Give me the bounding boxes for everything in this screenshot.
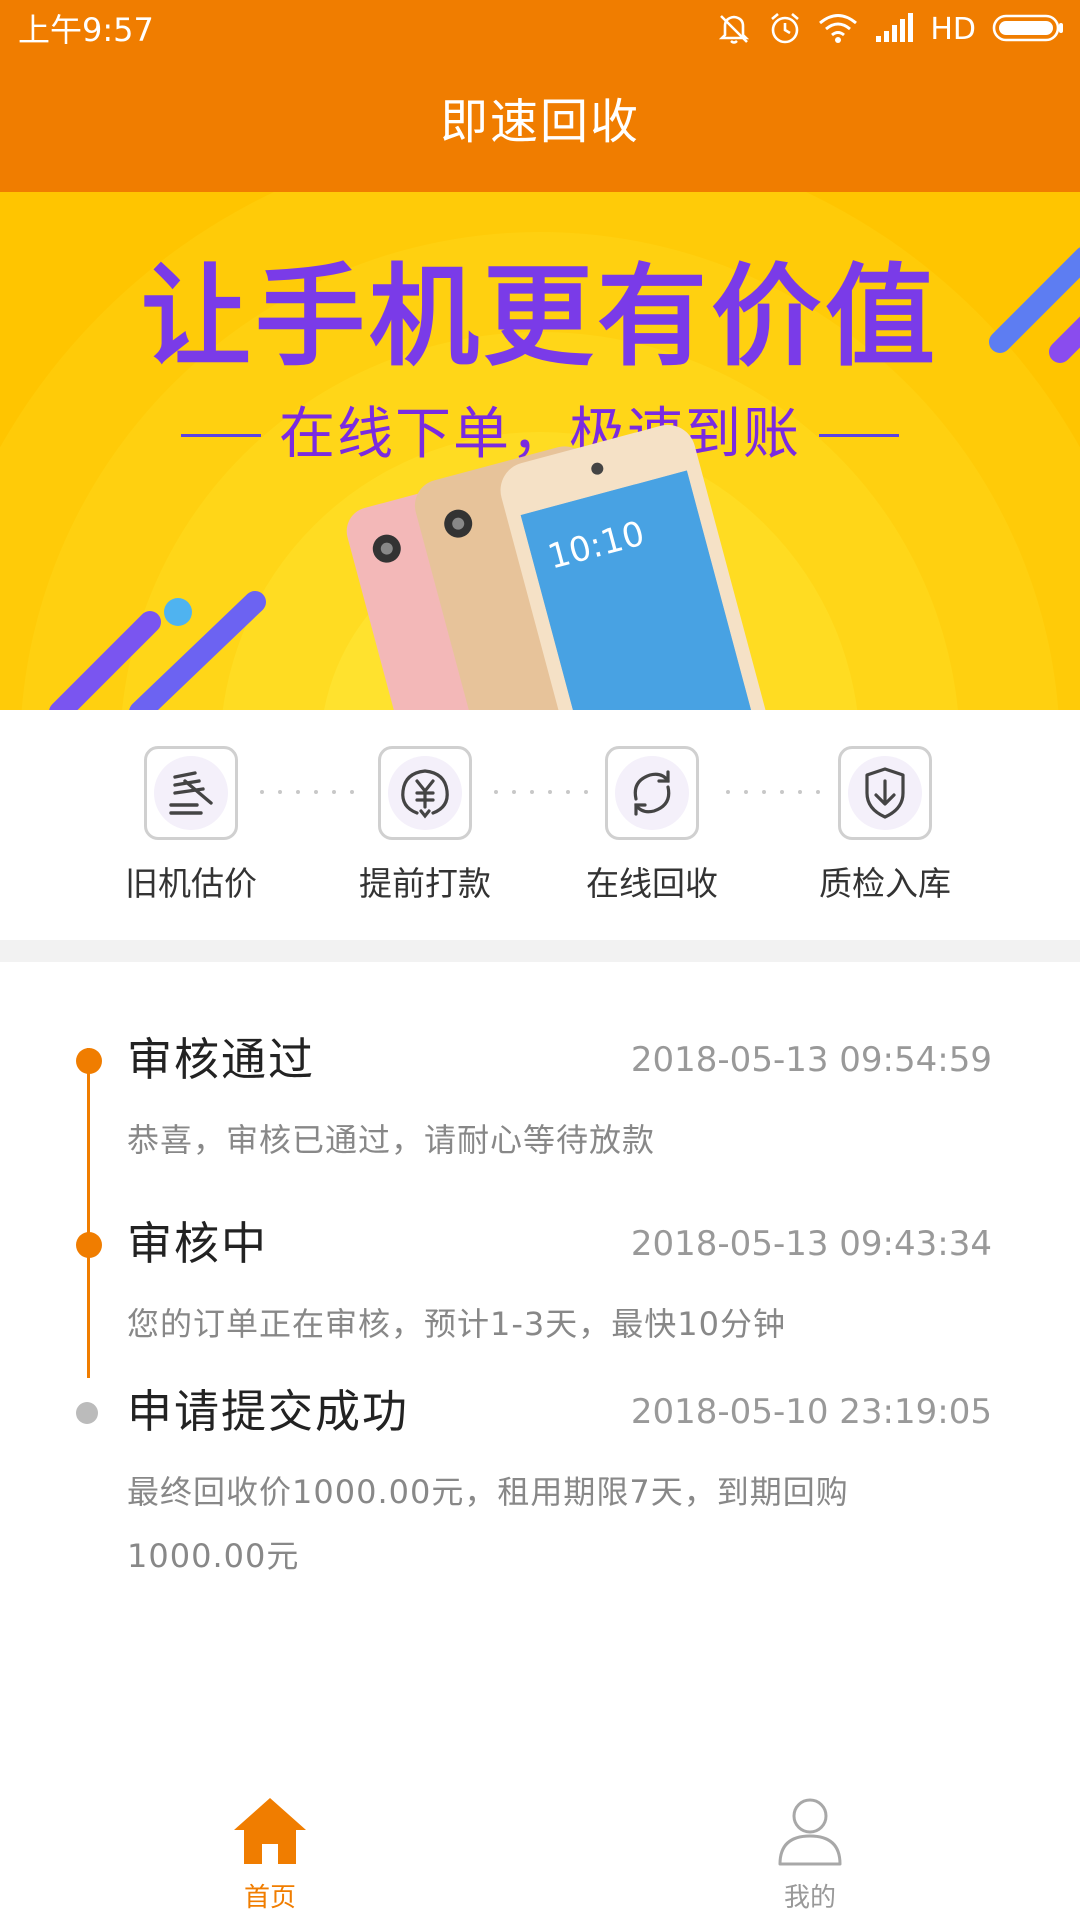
timeline-item-desc: 恭喜，审核已通过，请耐心等待放款 [127, 1121, 656, 1159]
timeline-item-time: 2018-05-13 09:43:34 [630, 1224, 992, 1264]
status-bar: 上午9:57 HD [0, 0, 1080, 60]
status-time: 上午9:57 [18, 11, 154, 49]
alarm-icon [768, 11, 802, 49]
step-label: 提前打款 [359, 864, 491, 903]
timeline-item-desc: 最终回收价1000.00元，租用期限7天，到期回购1000.00元 [127, 1473, 849, 1575]
page-title: 即速回收 [439, 94, 640, 150]
step-inspection-storage[interactable]: 质检入库 [805, 746, 965, 904]
timeline-item-desc: 您的订单正在审核，预计1-3天，最快10分钟 [127, 1305, 786, 1343]
shield-download-icon [865, 767, 905, 819]
timeline-item: 申请提交成功 2018-05-10 23:19:05 最终回收价1000.00元… [127, 1384, 992, 1588]
gavel-icon [169, 771, 213, 815]
recycle-arrows-icon [633, 770, 671, 816]
order-status-timeline: 审核通过 2018-05-13 09:54:59 恭喜，审核已通过，请耐心等待放… [0, 962, 1080, 1782]
step-advance-payment[interactable]: 提前打款 [345, 746, 505, 904]
step-online-recycle[interactable]: 在线回收 [572, 746, 732, 904]
wifi-icon [818, 12, 858, 48]
timeline-item-time: 2018-05-10 23:19:05 [630, 1392, 992, 1432]
timeline-dot-active [76, 1232, 102, 1258]
status-icons: HD [716, 10, 1066, 50]
step-connector [260, 790, 354, 794]
network-type: HD [930, 12, 976, 47]
mute-icon [716, 11, 752, 49]
timeline-dot-inactive [76, 1402, 98, 1424]
timeline-item: 审核通过 2018-05-13 09:54:59 恭喜，审核已通过，请耐心等待放… [127, 1032, 992, 1172]
timeline-dot-active [76, 1048, 102, 1074]
step-label: 质检入库 [819, 864, 951, 903]
bottom-tab-bar: 首页 我的 [0, 1782, 1080, 1920]
user-icon [778, 1798, 842, 1866]
section-divider [0, 940, 1080, 962]
step-estimate[interactable]: 旧机估价 [111, 746, 271, 904]
app-bar: 即速回收 [0, 60, 1080, 192]
process-steps: 旧机估价 提前打款 在线回收 质检入库 [0, 710, 1080, 940]
step-label: 旧机估价 [125, 864, 257, 903]
tab-profile[interactable]: 我的 [710, 1782, 910, 1920]
timeline-item-time: 2018-05-13 09:54:59 [630, 1040, 992, 1080]
phones-illustration: 10:10 [346, 424, 775, 710]
tab-label: 首页 [243, 1883, 296, 1913]
battery-icon [992, 13, 1066, 47]
timeline-item: 审核中 2018-05-13 09:43:34 您的订单正在审核，预计1-3天，… [127, 1216, 992, 1356]
tab-home[interactable]: 首页 [170, 1782, 370, 1920]
promo-banner[interactable]: 让手机更有价值 在线下单，极速到账 10:10 [0, 192, 1080, 710]
signal-icon [874, 12, 914, 48]
step-label: 在线回收 [586, 864, 718, 903]
home-icon [234, 1798, 306, 1864]
yuan-coin-icon [401, 769, 449, 819]
timeline-line [87, 1048, 90, 1378]
tab-label: 我的 [783, 1883, 836, 1913]
